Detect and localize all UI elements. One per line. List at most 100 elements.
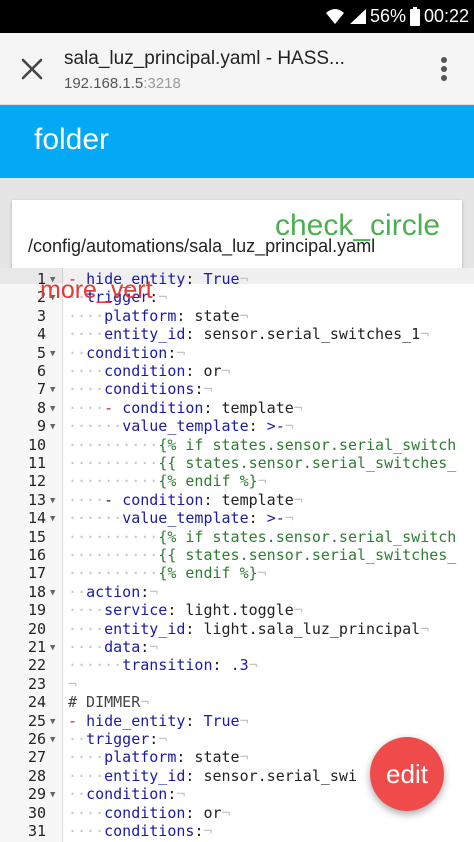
code-token: transition [122,656,213,675]
code-token: ·········· [68,454,159,472]
code-text: # DIMMER¬ [68,693,149,711]
code-text: ··········{% if states.sensor.serial_swi… [68,436,456,454]
code-line: 15 ··········{% if states.sensor.serial_s… [0,528,474,546]
code-token: {% endif %} [158,472,258,491]
line-number: 19 [27,601,46,620]
code-text: ····service: light.toggle¬ [68,601,303,619]
line-number: 29 [27,785,46,804]
page-url: 192.168.1.5:3218 [64,75,181,92]
code-token: : [248,417,267,436]
code-token: : [140,638,150,656]
code-line: 23 ¬ [0,675,474,693]
code-token: - [104,490,123,509]
code-line: 31 ····conditions:¬ [0,822,474,840]
code-line: 12 ··········{% endif %}¬ [0,472,474,490]
code-text: ····conditions:¬ [68,380,213,398]
code-token: ¬ [257,564,267,583]
code-token: ···· [68,803,105,822]
folder-button[interactable]: folder [34,123,109,157]
fold-toggle-icon[interactable]: ▼ [50,639,55,657]
clock: 00:22 [424,6,470,26]
code-token: condition [122,398,204,417]
line-number: 13 [27,490,46,509]
fold-toggle-icon[interactable]: ▼ [50,584,55,602]
code-token: ¬ [158,288,168,307]
code-text: ··········{{ states.sensor.serial_switch… [68,546,456,564]
code-token: : or [185,803,222,822]
line-number: 9 [36,417,46,436]
code-token: hide_entity [86,711,186,730]
fold-toggle-icon[interactable]: ▼ [50,418,55,436]
code-line: 24 # DIMMER¬ [0,693,474,711]
code-token: condition [104,362,186,380]
fold-toggle-icon[interactable]: ▼ [50,492,55,510]
code-token: # DIMMER [68,693,141,712]
code-text: ··········{% endif %}¬ [68,472,267,490]
code-token: ···· [68,766,105,785]
code-token: : light.sala_luz_principal [185,619,421,638]
code-line: 25 ▼ - hide_entity: True¬ [0,712,474,730]
code-token: conditions [104,822,195,840]
code-line: 9 ▼ ······value_template: >-¬ [0,417,474,435]
code-token: : state [176,748,240,767]
line-number: 27 [27,748,46,767]
fold-toggle-icon[interactable]: ▼ [50,731,55,749]
code-line: 18 ▼ ··action:¬ [0,583,474,601]
fold-toggle-icon[interactable]: ▼ [50,345,55,363]
line-number: 22 [27,656,46,675]
code-text: ····condition: or¬ [68,804,231,822]
code-text: - hide_entity: True¬ [68,712,249,730]
code-token: ¬ [158,730,168,748]
edit-label: edit [386,759,428,789]
code-token: {% if states.sensor.serial_switch [158,435,457,454]
code-line: 13 ▼ ····- condition: template¬ [0,491,474,509]
code-token: ·········· [68,472,159,491]
code-token: condition [86,785,168,804]
code-token: - [104,398,123,417]
code-text: ····- condition: template¬ [68,399,303,417]
fold-toggle-icon[interactable]: ▼ [50,400,55,418]
edit-fab[interactable]: edit [370,737,444,811]
code-token: {% endif %} [158,564,258,583]
fold-toggle-icon[interactable]: ▼ [50,381,55,399]
line-number: 20 [27,619,46,638]
code-token: : [185,711,204,730]
fold-toggle-icon[interactable]: ▼ [50,786,55,804]
check-circle-button[interactable]: check_circle [275,209,440,243]
code-token: ···· [68,490,105,509]
code-text: ····condition: or¬ [68,362,231,380]
code-text: ··········{% if states.sensor.serial_swi… [68,528,456,546]
code-token: platform [104,306,177,325]
more-vert-icon[interactable] [432,53,456,85]
code-token: ·········· [68,435,159,454]
code-text: ··········{{ states.sensor.serial_switch… [68,454,456,472]
code-token: : sensor.serial_swi [185,766,357,785]
code-token: service [104,601,168,620]
code-text: ····conditions:¬ [68,822,213,840]
line-number: 14 [27,509,46,528]
code-token: data [104,638,141,656]
code-token: condition [86,343,168,362]
code-line: 10 ··········{% if states.sensor.serial_s… [0,436,474,454]
fold-toggle-icon[interactable]: ▼ [50,510,55,528]
line-number: 17 [27,564,46,583]
line-number: 24 [27,693,46,712]
code-text: ····platform: state¬ [68,307,249,325]
close-button[interactable]: close [126,197,184,226]
code-token: entity_id [104,325,186,344]
code-token: ·· [68,582,87,601]
line-number: 12 [27,472,46,491]
code-token: ···· [68,748,105,767]
code-token: ¬ [293,398,303,417]
fold-toggle-icon[interactable]: ▼ [50,713,55,731]
code-token: ¬ [221,803,231,822]
line-number: 25 [27,711,46,730]
code-token: : or [185,362,222,380]
code-token: : sensor.serial_switches_1 [185,325,421,344]
more-vert-button[interactable]: more_vert [40,276,153,305]
code-token: {% if states.sensor.serial_switch [158,527,457,546]
code-token: ······ [68,417,123,436]
close-icon[interactable] [18,55,46,83]
code-token: : [140,582,150,601]
code-token: ·· [68,343,87,362]
